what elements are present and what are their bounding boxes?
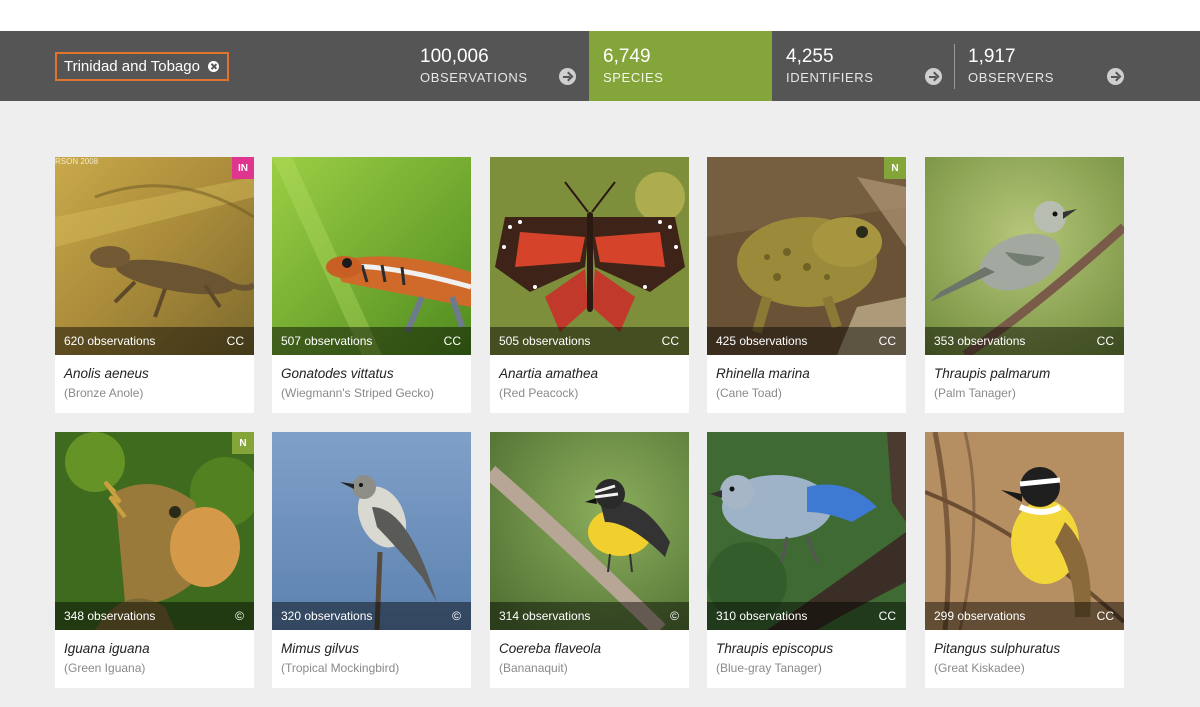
- license-label: CC: [878, 334, 896, 348]
- license-label: CC: [878, 609, 896, 623]
- species-panel: IN RSON 2008 620 observations CC Anolis …: [0, 101, 1200, 707]
- arrow-right-circle-icon[interactable]: [925, 68, 942, 85]
- scientific-name[interactable]: Coereba flaveola: [499, 641, 601, 656]
- place-filter-chip[interactable]: Trinidad and Tobago: [55, 52, 229, 81]
- common-name: (Red Peacock): [499, 386, 579, 400]
- stats-bar: Trinidad and Tobago 100,006 OBSERVATIONS…: [0, 31, 1200, 101]
- observation-count[interactable]: 353 observations: [934, 334, 1025, 348]
- native-badge: N: [232, 432, 254, 454]
- scientific-name[interactable]: Mimus gilvus: [281, 641, 359, 656]
- scientific-name[interactable]: Rhinella marina: [716, 366, 810, 381]
- native-badge: N: [884, 157, 906, 179]
- photo-overlay: 425 observations CC: [707, 327, 906, 355]
- photo-overlay: 507 observations CC: [272, 327, 471, 355]
- arrow-right-circle-icon[interactable]: [559, 68, 576, 85]
- stat-value: 100,006: [420, 46, 489, 67]
- license-label: CC: [226, 334, 244, 348]
- stat-label: OBSERVATIONS: [420, 70, 528, 85]
- species-card[interactable]: 507 observations CC Gonatodes vittatus (…: [272, 157, 471, 413]
- species-card[interactable]: N 348 observations © Iguana iguana (Gree…: [55, 432, 254, 688]
- stat-value: 4,255: [786, 46, 834, 67]
- species-photo[interactable]: N 348 observations ©: [55, 432, 254, 630]
- observation-count[interactable]: 348 observations: [64, 609, 155, 623]
- license-label: ©: [670, 609, 679, 623]
- species-card[interactable]: 353 observations CC Thraupis palmarum (P…: [925, 157, 1124, 413]
- species-photo[interactable]: 310 observations CC: [707, 432, 906, 630]
- observation-count[interactable]: 320 observations: [281, 609, 372, 623]
- license-label: CC: [443, 334, 461, 348]
- observation-count[interactable]: 505 observations: [499, 334, 590, 348]
- photo-overlay: 310 observations CC: [707, 602, 906, 630]
- common-name: (Cane Toad): [716, 386, 782, 400]
- species-card[interactable]: 314 observations © Coereba flaveola (Ban…: [490, 432, 689, 688]
- stat-label: OBSERVERS: [968, 70, 1055, 85]
- scientific-name[interactable]: Thraupis palmarum: [934, 366, 1050, 381]
- scientific-name[interactable]: Thraupis episcopus: [716, 641, 833, 656]
- scientific-name[interactable]: Pitangus sulphuratus: [934, 641, 1060, 656]
- observation-count[interactable]: 310 observations: [716, 609, 807, 623]
- species-photo[interactable]: 320 observations ©: [272, 432, 471, 630]
- species-photo[interactable]: 299 observations CC: [925, 432, 1124, 630]
- stat-value: 1,917: [968, 46, 1016, 67]
- stat-label: SPECIES: [603, 70, 664, 85]
- common-name: (Green Iguana): [64, 661, 146, 675]
- scientific-name[interactable]: Gonatodes vittatus: [281, 366, 394, 381]
- common-name: (Tropical Mockingbird): [281, 661, 400, 675]
- scientific-name[interactable]: Anolis aeneus: [64, 366, 149, 381]
- license-label: ©: [235, 609, 244, 623]
- species-card[interactable]: 310 observations CC Thraupis episcopus (…: [707, 432, 906, 688]
- arrow-right-circle-icon[interactable]: [1107, 68, 1124, 85]
- scientific-name[interactable]: Anartia amathea: [499, 366, 598, 381]
- stat-label: IDENTIFIERS: [786, 70, 874, 85]
- common-name: (Wiegmann's Striped Gecko): [281, 386, 435, 400]
- photo-overlay: 299 observations CC: [925, 602, 1124, 630]
- common-name: (Great Kiskadee): [934, 661, 1025, 675]
- species-photo[interactable]: 505 observations CC: [490, 157, 689, 355]
- photo-overlay: 620 observations CC: [55, 327, 254, 355]
- species-photo[interactable]: 314 observations ©: [490, 432, 689, 630]
- species-card[interactable]: 505 observations CC Anartia amathea (Red…: [490, 157, 689, 413]
- species-card[interactable]: 320 observations © Mimus gilvus (Tropica…: [272, 432, 471, 688]
- common-name: (Palm Tanager): [934, 386, 1016, 400]
- license-label: ©: [452, 609, 461, 623]
- photo-overlay: 353 observations CC: [925, 327, 1124, 355]
- photo-overlay: 314 observations ©: [490, 602, 689, 630]
- observation-count[interactable]: 299 observations: [934, 609, 1025, 623]
- species-photo[interactable]: IN RSON 2008 620 observations CC: [55, 157, 254, 355]
- stat-observers[interactable]: 1,917 OBSERVERS: [954, 31, 1137, 101]
- species-photo[interactable]: 353 observations CC: [925, 157, 1124, 355]
- introduced-badge: IN: [232, 157, 254, 179]
- observation-count[interactable]: 314 observations: [499, 609, 590, 623]
- license-label: CC: [661, 334, 679, 348]
- species-card[interactable]: N 425 observations CC Rhinella marina (C…: [707, 157, 906, 413]
- common-name: (Blue-gray Tanager): [716, 661, 822, 675]
- species-photo[interactable]: N 425 observations CC: [707, 157, 906, 355]
- observation-count[interactable]: 507 observations: [281, 334, 372, 348]
- stat-identifiers[interactable]: 4,255 IDENTIFIERS: [772, 31, 955, 101]
- close-circle-icon[interactable]: [207, 61, 219, 72]
- observation-count[interactable]: 425 observations: [716, 334, 807, 348]
- stat-value: 6,749: [603, 46, 651, 67]
- license-label: CC: [1096, 609, 1114, 623]
- photo-overlay: 320 observations ©: [272, 602, 471, 630]
- photo-overlay: 348 observations ©: [55, 602, 254, 630]
- observation-count[interactable]: 620 observations: [64, 334, 155, 348]
- scientific-name[interactable]: Iguana iguana: [64, 641, 150, 656]
- species-photo[interactable]: 507 observations CC: [272, 157, 471, 355]
- photo-watermark: RSON 2008: [55, 157, 99, 166]
- stat-species[interactable]: 6,749 SPECIES: [589, 31, 772, 101]
- stat-observations[interactable]: 100,006 OBSERVATIONS: [406, 31, 589, 101]
- common-name: (Bronze Anole): [64, 386, 144, 400]
- common-name: (Bananaquit): [499, 661, 568, 675]
- license-label: CC: [1096, 334, 1114, 348]
- photo-overlay: 505 observations CC: [490, 327, 689, 355]
- place-filter-label: Trinidad and Tobago: [64, 58, 200, 75]
- species-card[interactable]: 299 observations CC Pitangus sulphuratus…: [925, 432, 1124, 688]
- species-card[interactable]: IN RSON 2008 620 observations CC Anolis …: [55, 157, 254, 413]
